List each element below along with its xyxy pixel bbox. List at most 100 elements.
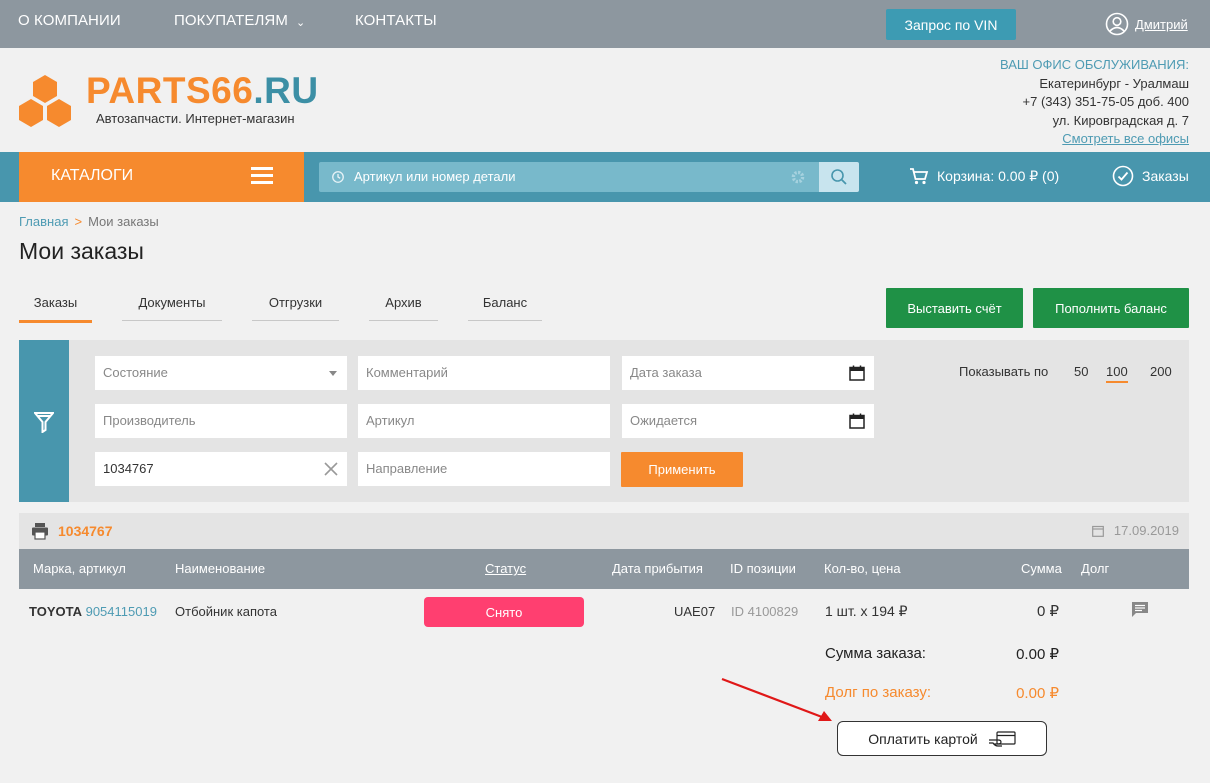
breadcrumb-home[interactable]: Главная [19, 214, 68, 229]
show-by-label: Показывать по [959, 364, 1049, 379]
all-offices-link[interactable]: Смотреть все офисы [1000, 130, 1189, 149]
comment-icon[interactable] [1131, 601, 1149, 618]
user-account[interactable]: Дмитрий [1105, 12, 1188, 36]
topup-balance-button[interactable]: Пополнить баланс [1033, 288, 1189, 328]
page-title: Мои заказы [19, 238, 144, 264]
logo-hexagons-icon[interactable] [18, 74, 72, 128]
tab-orders[interactable]: Заказы [19, 295, 92, 323]
order-number-value: 1034767 [103, 461, 154, 476]
logo-text[interactable]: PARTS66.RU [86, 70, 319, 112]
breadcrumb-separator: > [74, 214, 83, 229]
row-article-link[interactable]: 9054115019 [86, 604, 157, 619]
main-bar: КАТАЛОГИ Артикул или номер детали Корзин… [0, 152, 1210, 202]
order-date-value: 17.09.2019 [1113, 523, 1179, 538]
tab-shipments[interactable]: Отгрузки [252, 295, 339, 321]
tab-balance[interactable]: Баланс [468, 295, 542, 321]
apply-button[interactable]: Применить [621, 452, 743, 487]
article-field[interactable]: Артикул [358, 404, 610, 438]
row-arrival: UAE07 [674, 604, 716, 619]
order-total-value: 0.00 ₽ [1016, 646, 1059, 663]
col-brand: Марка, артикул [33, 561, 126, 576]
card-hand-icon [988, 730, 1016, 747]
status-badge: Снято [424, 597, 584, 627]
state-select-label: Состояние [103, 365, 168, 380]
row-qty-price: 1 шт. x 194 ₽ [825, 603, 908, 619]
cart-icon [910, 168, 929, 185]
calendar-icon [1092, 525, 1104, 537]
filter-panel: Состояние Комментарий Дата заказа Произв… [19, 340, 1189, 502]
col-name: Наименование [175, 561, 266, 576]
order-date: 17.09.2019 [1092, 523, 1179, 538]
row-position-id: ID 4100829 [731, 604, 799, 619]
office-phone: +7 (343) 351-75-05 доб. 400 [1022, 94, 1189, 109]
calendar-icon[interactable] [849, 365, 865, 381]
order-date-label: Дата заказа [630, 365, 702, 380]
tab-documents[interactable]: Документы [122, 295, 222, 321]
row-sum: 0 ₽ [1036, 603, 1059, 620]
comment-field[interactable]: Комментарий [358, 356, 610, 390]
row-brand-name: TOYOTA [29, 604, 82, 619]
order-number-field[interactable]: 1034767 [95, 452, 347, 486]
order-number[interactable]: 1034767 [58, 523, 113, 539]
catalogs-button[interactable]: КАТАЛОГИ [19, 152, 304, 202]
col-status[interactable]: Статус [485, 561, 526, 576]
top-bar: О КОМПАНИИ ПОКУПАТЕЛЯМ ⌄ КОНТАКТЫ Запрос … [0, 0, 1210, 48]
order-total-label: Сумма заказа: [825, 645, 926, 662]
cart-label: Корзина: 0.00 ₽ (0) [937, 167, 1060, 184]
order-date-field[interactable]: Дата заказа [622, 356, 874, 390]
nav-contacts[interactable]: КОНТАКТЫ [355, 12, 437, 29]
vin-request-button[interactable]: Запрос по VIN [886, 9, 1016, 40]
col-arrival: Дата прибытия [612, 561, 703, 576]
orders-label: Заказы [1142, 168, 1189, 184]
breadcrumb-current: Мои заказы [88, 214, 159, 229]
office-address: ул. Кировградская д. 7 [1052, 112, 1189, 128]
row-name: Отбойник капота [175, 604, 277, 619]
annotation-arrow-icon [721, 677, 832, 721]
office-info: ВАШ ОФИС ОБСЛУЖИВАНИЯ: Екатеринбург - Ур… [1000, 56, 1189, 149]
nav-about[interactable]: О КОМПАНИИ [18, 12, 121, 29]
logo-domain: .RU [253, 70, 319, 111]
search-placeholder: Артикул или номер детали [354, 169, 516, 184]
issue-invoice-button[interactable]: Выставить счёт [886, 288, 1023, 328]
search-input[interactable]: Артикул или номер детали [319, 162, 819, 192]
order-debt-label: Долг по заказу: [825, 684, 932, 701]
page-size-100[interactable]: 100 [1106, 364, 1128, 383]
manufacturer-field[interactable]: Производитель [95, 404, 347, 438]
tab-archive[interactable]: Архив [369, 295, 438, 321]
search-button[interactable] [819, 162, 859, 192]
calendar-icon[interactable] [849, 413, 865, 429]
dropdown-arrow-icon [329, 371, 337, 376]
filter-sidebar[interactable] [19, 340, 69, 502]
nav-buyers[interactable]: ПОКУПАТЕЛЯМ ⌄ [174, 12, 305, 29]
catalogs-label: КАТАЛОГИ [51, 167, 134, 184]
filter-icon [34, 412, 54, 433]
state-select[interactable]: Состояние [95, 356, 347, 390]
office-city: Екатеринбург - Уралмаш [1039, 75, 1189, 91]
site-header: PARTS66.RU Автозапчасти. Интернет-магази… [0, 48, 1210, 152]
page-size-200[interactable]: 200 [1150, 364, 1172, 379]
user-icon [1105, 12, 1129, 36]
direction-field[interactable]: Направление [358, 452, 610, 486]
order-header: 1034767 17.09.2019 [19, 513, 1189, 549]
printer-icon[interactable] [31, 522, 49, 540]
logo-tagline: Автозапчасти. Интернет-магазин [96, 111, 295, 126]
nav-buyers-label: ПОКУПАТЕЛЯМ [174, 12, 288, 29]
chevron-down-icon: ⌄ [295, 17, 306, 29]
office-title: ВАШ ОФИС ОБСЛУЖИВАНИЯ: [999, 57, 1189, 72]
clear-icon[interactable] [323, 461, 339, 477]
cart-link[interactable]: Корзина: 0.00 ₽ (0) [909, 167, 1059, 185]
history-icon[interactable] [331, 170, 345, 184]
page-size-50[interactable]: 50 [1074, 364, 1088, 379]
gear-icon[interactable] [790, 169, 806, 185]
col-sum: Сумма [1021, 561, 1062, 576]
expected-date-field[interactable]: Ожидается [622, 404, 874, 438]
col-position-id: ID позиции [730, 561, 796, 576]
orders-link[interactable]: Заказы [1112, 165, 1189, 187]
col-qty-price: Кол-во, цена [824, 561, 901, 576]
logo-name: PARTS66 [86, 70, 254, 111]
pay-by-card-button[interactable]: Оплатить картой [837, 721, 1047, 756]
col-debt: Долг [1081, 561, 1110, 576]
pay-by-card-label: Оплатить картой [868, 730, 978, 747]
order-debt-value: 0.00 ₽ [1016, 685, 1059, 702]
user-name: Дмитрий [1135, 16, 1188, 32]
